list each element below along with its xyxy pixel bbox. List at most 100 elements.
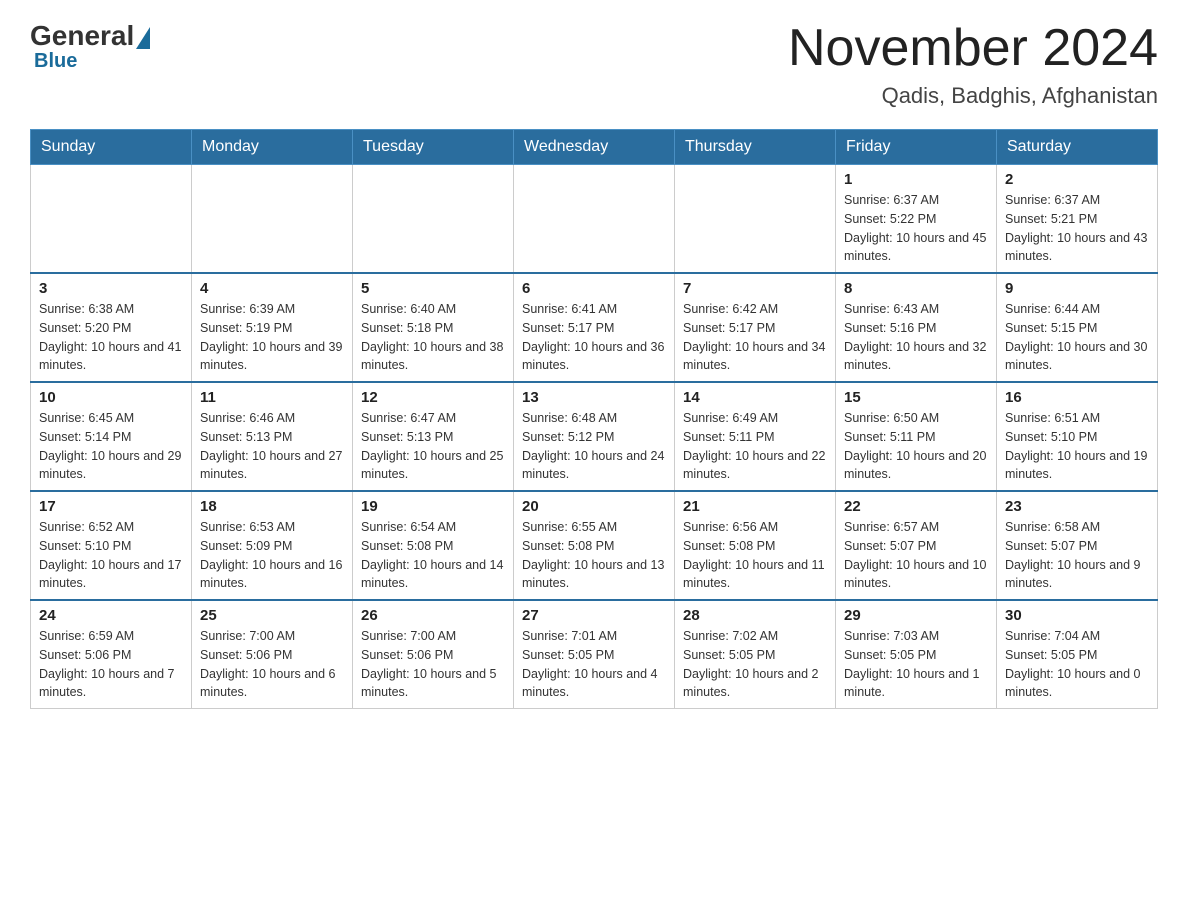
day-info: Sunrise: 6:46 AM Sunset: 5:13 PM Dayligh… — [200, 409, 344, 484]
day-number: 7 — [683, 280, 827, 297]
calendar-header-row: SundayMondayTuesdayWednesdayThursdayFrid… — [31, 130, 1158, 165]
day-number: 21 — [683, 498, 827, 515]
day-number: 22 — [844, 498, 988, 515]
day-info: Sunrise: 6:55 AM Sunset: 5:08 PM Dayligh… — [522, 518, 666, 593]
day-info: Sunrise: 6:38 AM Sunset: 5:20 PM Dayligh… — [39, 300, 183, 375]
day-number: 16 — [1005, 389, 1149, 406]
day-info: Sunrise: 6:37 AM Sunset: 5:22 PM Dayligh… — [844, 191, 988, 266]
day-info: Sunrise: 6:39 AM Sunset: 5:19 PM Dayligh… — [200, 300, 344, 375]
calendar-cell: 29 Sunrise: 7:03 AM Sunset: 5:05 PM Dayli… — [836, 600, 997, 709]
day-number: 14 — [683, 389, 827, 406]
day-number: 30 — [1005, 607, 1149, 624]
day-number: 25 — [200, 607, 344, 624]
day-info: Sunrise: 6:42 AM Sunset: 5:17 PM Dayligh… — [683, 300, 827, 375]
calendar-cell: 2 Sunrise: 6:37 AM Sunset: 5:21 PM Daylig… — [997, 165, 1158, 274]
calendar-cell: 7 Sunrise: 6:42 AM Sunset: 5:17 PM Daylig… — [675, 273, 836, 382]
calendar-cell: 28 Sunrise: 7:02 AM Sunset: 5:05 PM Dayli… — [675, 600, 836, 709]
day-number: 17 — [39, 498, 183, 515]
calendar-cell: 22 Sunrise: 6:57 AM Sunset: 5:07 PM Dayli… — [836, 491, 997, 600]
calendar-cell: 1 Sunrise: 6:37 AM Sunset: 5:22 PM Daylig… — [836, 165, 997, 274]
calendar-cell: 13Sunrise: 6:48 AM Sunset: 5:12 PM Dayli… — [514, 382, 675, 491]
day-info: Sunrise: 6:37 AM Sunset: 5:21 PM Dayligh… — [1005, 191, 1149, 266]
calendar-week-row: 1 Sunrise: 6:37 AM Sunset: 5:22 PM Daylig… — [31, 165, 1158, 274]
day-info: Sunrise: 7:03 AM Sunset: 5:05 PM Dayligh… — [844, 627, 988, 702]
day-number: 3 — [39, 280, 183, 297]
calendar-cell: 14 Sunrise: 6:49 AM Sunset: 5:11 PM Dayli… — [675, 382, 836, 491]
day-info: Sunrise: 6:41 AM Sunset: 5:17 PM Dayligh… — [522, 300, 666, 375]
day-number: 20 — [522, 498, 666, 515]
day-number: 4 — [200, 280, 344, 297]
day-number: 18 — [200, 498, 344, 515]
day-info: Sunrise: 6:51 AM Sunset: 5:10 PM Dayligh… — [1005, 409, 1149, 484]
day-number: 28 — [683, 607, 827, 624]
calendar-cell: 27 Sunrise: 7:01 AM Sunset: 5:05 PM Dayli… — [514, 600, 675, 709]
day-of-week-header: Saturday — [997, 130, 1158, 165]
day-of-week-header: Wednesday — [514, 130, 675, 165]
day-number: 1 — [844, 171, 988, 188]
calendar-cell: 11Sunrise: 6:46 AM Sunset: 5:13 PM Dayli… — [192, 382, 353, 491]
calendar-cell: 15 Sunrise: 6:50 AM Sunset: 5:11 PM Dayli… — [836, 382, 997, 491]
day-of-week-header: Thursday — [675, 130, 836, 165]
day-info: Sunrise: 7:04 AM Sunset: 5:05 PM Dayligh… — [1005, 627, 1149, 702]
day-info: Sunrise: 7:02 AM Sunset: 5:05 PM Dayligh… — [683, 627, 827, 702]
calendar-week-row: 10Sunrise: 6:45 AM Sunset: 5:14 PM Dayli… — [31, 382, 1158, 491]
day-info: Sunrise: 6:56 AM Sunset: 5:08 PM Dayligh… — [683, 518, 827, 593]
day-number: 15 — [844, 389, 988, 406]
day-info: Sunrise: 6:40 AM Sunset: 5:18 PM Dayligh… — [361, 300, 505, 375]
calendar-cell — [675, 165, 836, 274]
day-of-week-header: Friday — [836, 130, 997, 165]
calendar-cell: 21 Sunrise: 6:56 AM Sunset: 5:08 PM Dayli… — [675, 491, 836, 600]
calendar-cell — [31, 165, 192, 274]
day-of-week-header: Monday — [192, 130, 353, 165]
day-number: 9 — [1005, 280, 1149, 297]
day-number: 13 — [522, 389, 666, 406]
logo: General Blue — [30, 20, 150, 73]
day-number: 6 — [522, 280, 666, 297]
day-number: 23 — [1005, 498, 1149, 515]
calendar-cell: 30 Sunrise: 7:04 AM Sunset: 5:05 PM Dayli… — [997, 600, 1158, 709]
calendar-table: SundayMondayTuesdayWednesdayThursdayFrid… — [30, 129, 1158, 709]
day-info: Sunrise: 6:54 AM Sunset: 5:08 PM Dayligh… — [361, 518, 505, 593]
calendar-cell: 6 Sunrise: 6:41 AM Sunset: 5:17 PM Daylig… — [514, 273, 675, 382]
calendar-cell — [192, 165, 353, 274]
calendar-cell: 20 Sunrise: 6:55 AM Sunset: 5:08 PM Dayli… — [514, 491, 675, 600]
month-year-title: November 2024 — [788, 20, 1158, 77]
title-block: November 2024 Qadis, Badghis, Afghanista… — [788, 20, 1158, 109]
calendar-cell: 24Sunrise: 6:59 AM Sunset: 5:06 PM Dayli… — [31, 600, 192, 709]
day-number: 24 — [39, 607, 183, 624]
calendar-cell: 26 Sunrise: 7:00 AM Sunset: 5:06 PM Dayli… — [353, 600, 514, 709]
day-info: Sunrise: 7:00 AM Sunset: 5:06 PM Dayligh… — [361, 627, 505, 702]
day-info: Sunrise: 6:49 AM Sunset: 5:11 PM Dayligh… — [683, 409, 827, 484]
day-number: 29 — [844, 607, 988, 624]
location-subtitle: Qadis, Badghis, Afghanistan — [788, 83, 1158, 109]
logo-triangle-icon — [136, 27, 150, 49]
calendar-cell: 19 Sunrise: 6:54 AM Sunset: 5:08 PM Dayli… — [353, 491, 514, 600]
day-number: 26 — [361, 607, 505, 624]
day-info: Sunrise: 7:00 AM Sunset: 5:06 PM Dayligh… — [200, 627, 344, 702]
day-info: Sunrise: 7:01 AM Sunset: 5:05 PM Dayligh… — [522, 627, 666, 702]
day-number: 12 — [361, 389, 505, 406]
day-info: Sunrise: 6:53 AM Sunset: 5:09 PM Dayligh… — [200, 518, 344, 593]
day-info: Sunrise: 6:47 AM Sunset: 5:13 PM Dayligh… — [361, 409, 505, 484]
logo-blue-text: Blue — [34, 50, 77, 73]
day-number: 8 — [844, 280, 988, 297]
day-number: 19 — [361, 498, 505, 515]
page-header: General Blue November 2024 Qadis, Badghi… — [30, 20, 1158, 109]
day-info: Sunrise: 6:50 AM Sunset: 5:11 PM Dayligh… — [844, 409, 988, 484]
logo-general-text: General — [30, 20, 134, 52]
day-number: 5 — [361, 280, 505, 297]
day-info: Sunrise: 6:57 AM Sunset: 5:07 PM Dayligh… — [844, 518, 988, 593]
day-number: 2 — [1005, 171, 1149, 188]
calendar-cell: 5 Sunrise: 6:40 AM Sunset: 5:18 PM Daylig… — [353, 273, 514, 382]
day-of-week-header: Tuesday — [353, 130, 514, 165]
calendar-week-row: 3 Sunrise: 6:38 AM Sunset: 5:20 PM Daylig… — [31, 273, 1158, 382]
day-info: Sunrise: 6:58 AM Sunset: 5:07 PM Dayligh… — [1005, 518, 1149, 593]
calendar-cell: 12 Sunrise: 6:47 AM Sunset: 5:13 PM Dayli… — [353, 382, 514, 491]
day-info: Sunrise: 6:45 AM Sunset: 5:14 PM Dayligh… — [39, 409, 183, 484]
calendar-cell — [514, 165, 675, 274]
calendar-cell: 18 Sunrise: 6:53 AM Sunset: 5:09 PM Dayli… — [192, 491, 353, 600]
calendar-cell: 17Sunrise: 6:52 AM Sunset: 5:10 PM Dayli… — [31, 491, 192, 600]
calendar-cell: 4 Sunrise: 6:39 AM Sunset: 5:19 PM Daylig… — [192, 273, 353, 382]
day-number: 27 — [522, 607, 666, 624]
calendar-cell — [353, 165, 514, 274]
